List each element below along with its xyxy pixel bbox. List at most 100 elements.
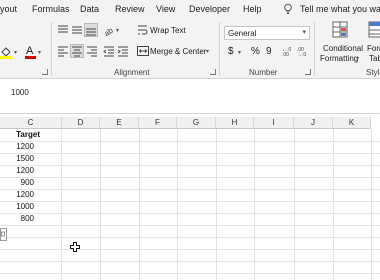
svg-text:→.0: →.0 — [297, 52, 306, 57]
align-right-icon[interactable] — [86, 45, 98, 57]
gridline — [0, 189, 380, 190]
merge-center-dropdown-icon[interactable]: ▾ — [206, 48, 209, 55]
number-format-select[interactable]: General ▾ — [224, 26, 310, 40]
column-header-i[interactable]: I — [254, 117, 294, 129]
gridline — [0, 177, 380, 178]
column-header-d[interactable]: D — [62, 117, 100, 129]
menu-bar: yout Formulas Data Review View Developer… — [0, 0, 380, 18]
increase-decimal-icon[interactable]: ←.0 .00 — [282, 45, 294, 57]
cell-c-value[interactable]: 1200 — [0, 189, 34, 201]
tell-me-search[interactable]: Tell me what you want — [300, 4, 380, 14]
cell-c-value[interactable]: 1200 — [0, 141, 34, 153]
orientation-icon[interactable]: ab — [103, 24, 115, 36]
tab-view[interactable]: View — [156, 4, 175, 14]
divider — [314, 22, 315, 76]
font-dialog-launcher-icon[interactable] — [42, 69, 48, 75]
tab-help[interactable]: Help — [243, 4, 262, 14]
svg-text:ab: ab — [103, 26, 115, 36]
crosshair-cursor-icon — [70, 242, 80, 252]
format-as-table-icon[interactable] — [368, 21, 380, 39]
orientation-dropdown-icon[interactable]: ▾ — [116, 27, 119, 34]
gridline — [216, 129, 217, 280]
gridline — [0, 249, 380, 250]
tab-data[interactable]: Data — [80, 4, 99, 14]
gridline — [0, 261, 380, 262]
gridline — [0, 273, 380, 274]
gridline — [294, 129, 295, 280]
merge-center-icon[interactable] — [137, 45, 149, 57]
gridline — [0, 165, 380, 166]
gridline — [0, 201, 380, 202]
font-color-button[interactable]: A — [25, 44, 37, 59]
wrap-text-button[interactable]: Wrap Text — [150, 26, 186, 35]
wrap-text-icon[interactable] — [137, 24, 148, 36]
tab-review[interactable]: Review — [115, 4, 145, 14]
decrease-decimal-icon[interactable]: .00 →.0 — [297, 45, 309, 57]
cell-c-value[interactable]: 1200 — [0, 165, 34, 177]
divider — [51, 22, 52, 76]
column-header-c[interactable]: C — [0, 117, 62, 129]
column-header-j[interactable]: J — [294, 117, 333, 129]
column-header-g[interactable]: G — [177, 117, 216, 129]
tab-formulas[interactable]: Formulas — [32, 4, 70, 14]
align-left-icon[interactable] — [57, 45, 69, 57]
format-as-table-label-2[interactable]: Tab — [369, 54, 380, 63]
chevron-down-icon: ▾ — [302, 29, 306, 36]
bottom-align-icon[interactable] — [84, 23, 98, 37]
fill-color-button[interactable] — [0, 45, 14, 59]
gridline — [0, 237, 380, 238]
svg-text:A: A — [26, 45, 34, 57]
gridline — [0, 141, 380, 142]
format-as-table-label-1[interactable]: Form — [367, 44, 380, 53]
styles-group-label: Style — [366, 68, 380, 77]
paste-options-button[interactable] — [0, 228, 7, 241]
conditional-formatting-label-1[interactable]: Conditional — [323, 44, 363, 53]
fill-color-dropdown-icon[interactable]: ▾ — [14, 49, 17, 56]
currency-button[interactable]: $ — [228, 46, 234, 57]
gridline — [333, 129, 334, 280]
column-header-e[interactable]: E — [100, 117, 139, 129]
tab-developer[interactable]: Developer — [189, 4, 230, 14]
cell-c-value[interactable]: 1000 — [0, 201, 34, 213]
font-color-dropdown-icon[interactable]: ▾ — [38, 49, 41, 56]
svg-text:.00: .00 — [282, 52, 289, 57]
cell-c-value[interactable]: 1500 — [0, 153, 34, 165]
alignment-dialog-launcher-icon[interactable] — [210, 69, 216, 75]
increase-indent-icon[interactable] — [117, 45, 129, 57]
middle-align-icon[interactable] — [71, 24, 83, 36]
lightbulb-icon — [284, 3, 292, 14]
column-header-f[interactable]: F — [139, 117, 177, 129]
top-align-icon[interactable] — [57, 24, 69, 36]
gridline — [0, 213, 380, 214]
ribbon: ▾ A ▾ ab ▾ Wrap Text Merge & Center ▾ Al… — [0, 18, 380, 78]
gridline — [371, 129, 372, 280]
gridline — [100, 129, 101, 280]
conditional-formatting-icon[interactable] — [332, 21, 350, 39]
conditional-formatting-dropdown-icon[interactable]: ▾ — [356, 55, 359, 62]
gridline — [61, 129, 62, 280]
formula-bar[interactable]: 1000 — [0, 78, 380, 114]
gridline — [139, 129, 140, 280]
alignment-group-label: Alignment — [114, 68, 150, 77]
column-header-k[interactable]: K — [333, 117, 371, 129]
number-dialog-launcher-icon[interactable] — [305, 69, 311, 75]
cell-c-value[interactable]: 900 — [0, 177, 34, 189]
column-header-h[interactable]: H — [216, 117, 254, 129]
cell-c-value[interactable]: 800 — [0, 213, 34, 225]
number-format-value: General — [228, 29, 257, 38]
excel-window: yout Formulas Data Review View Developer… — [0, 0, 380, 280]
comma-style-button[interactable]: 9 — [266, 46, 272, 57]
merge-center-button[interactable]: Merge & Center — [150, 47, 206, 56]
align-center-icon[interactable] — [70, 44, 84, 58]
divider — [219, 22, 220, 76]
gridline — [177, 129, 178, 280]
gridline — [0, 225, 380, 226]
gridline — [0, 153, 380, 154]
percent-button[interactable]: % — [251, 46, 260, 57]
cell-c-target-header[interactable]: Target — [0, 129, 40, 141]
currency-dropdown-icon[interactable]: ▾ — [238, 49, 241, 56]
decrease-indent-icon[interactable] — [103, 45, 115, 57]
tab-page-layout[interactable]: yout — [0, 4, 17, 14]
conditional-formatting-label-2[interactable]: Formatting — [320, 54, 358, 63]
gridline — [254, 129, 255, 280]
